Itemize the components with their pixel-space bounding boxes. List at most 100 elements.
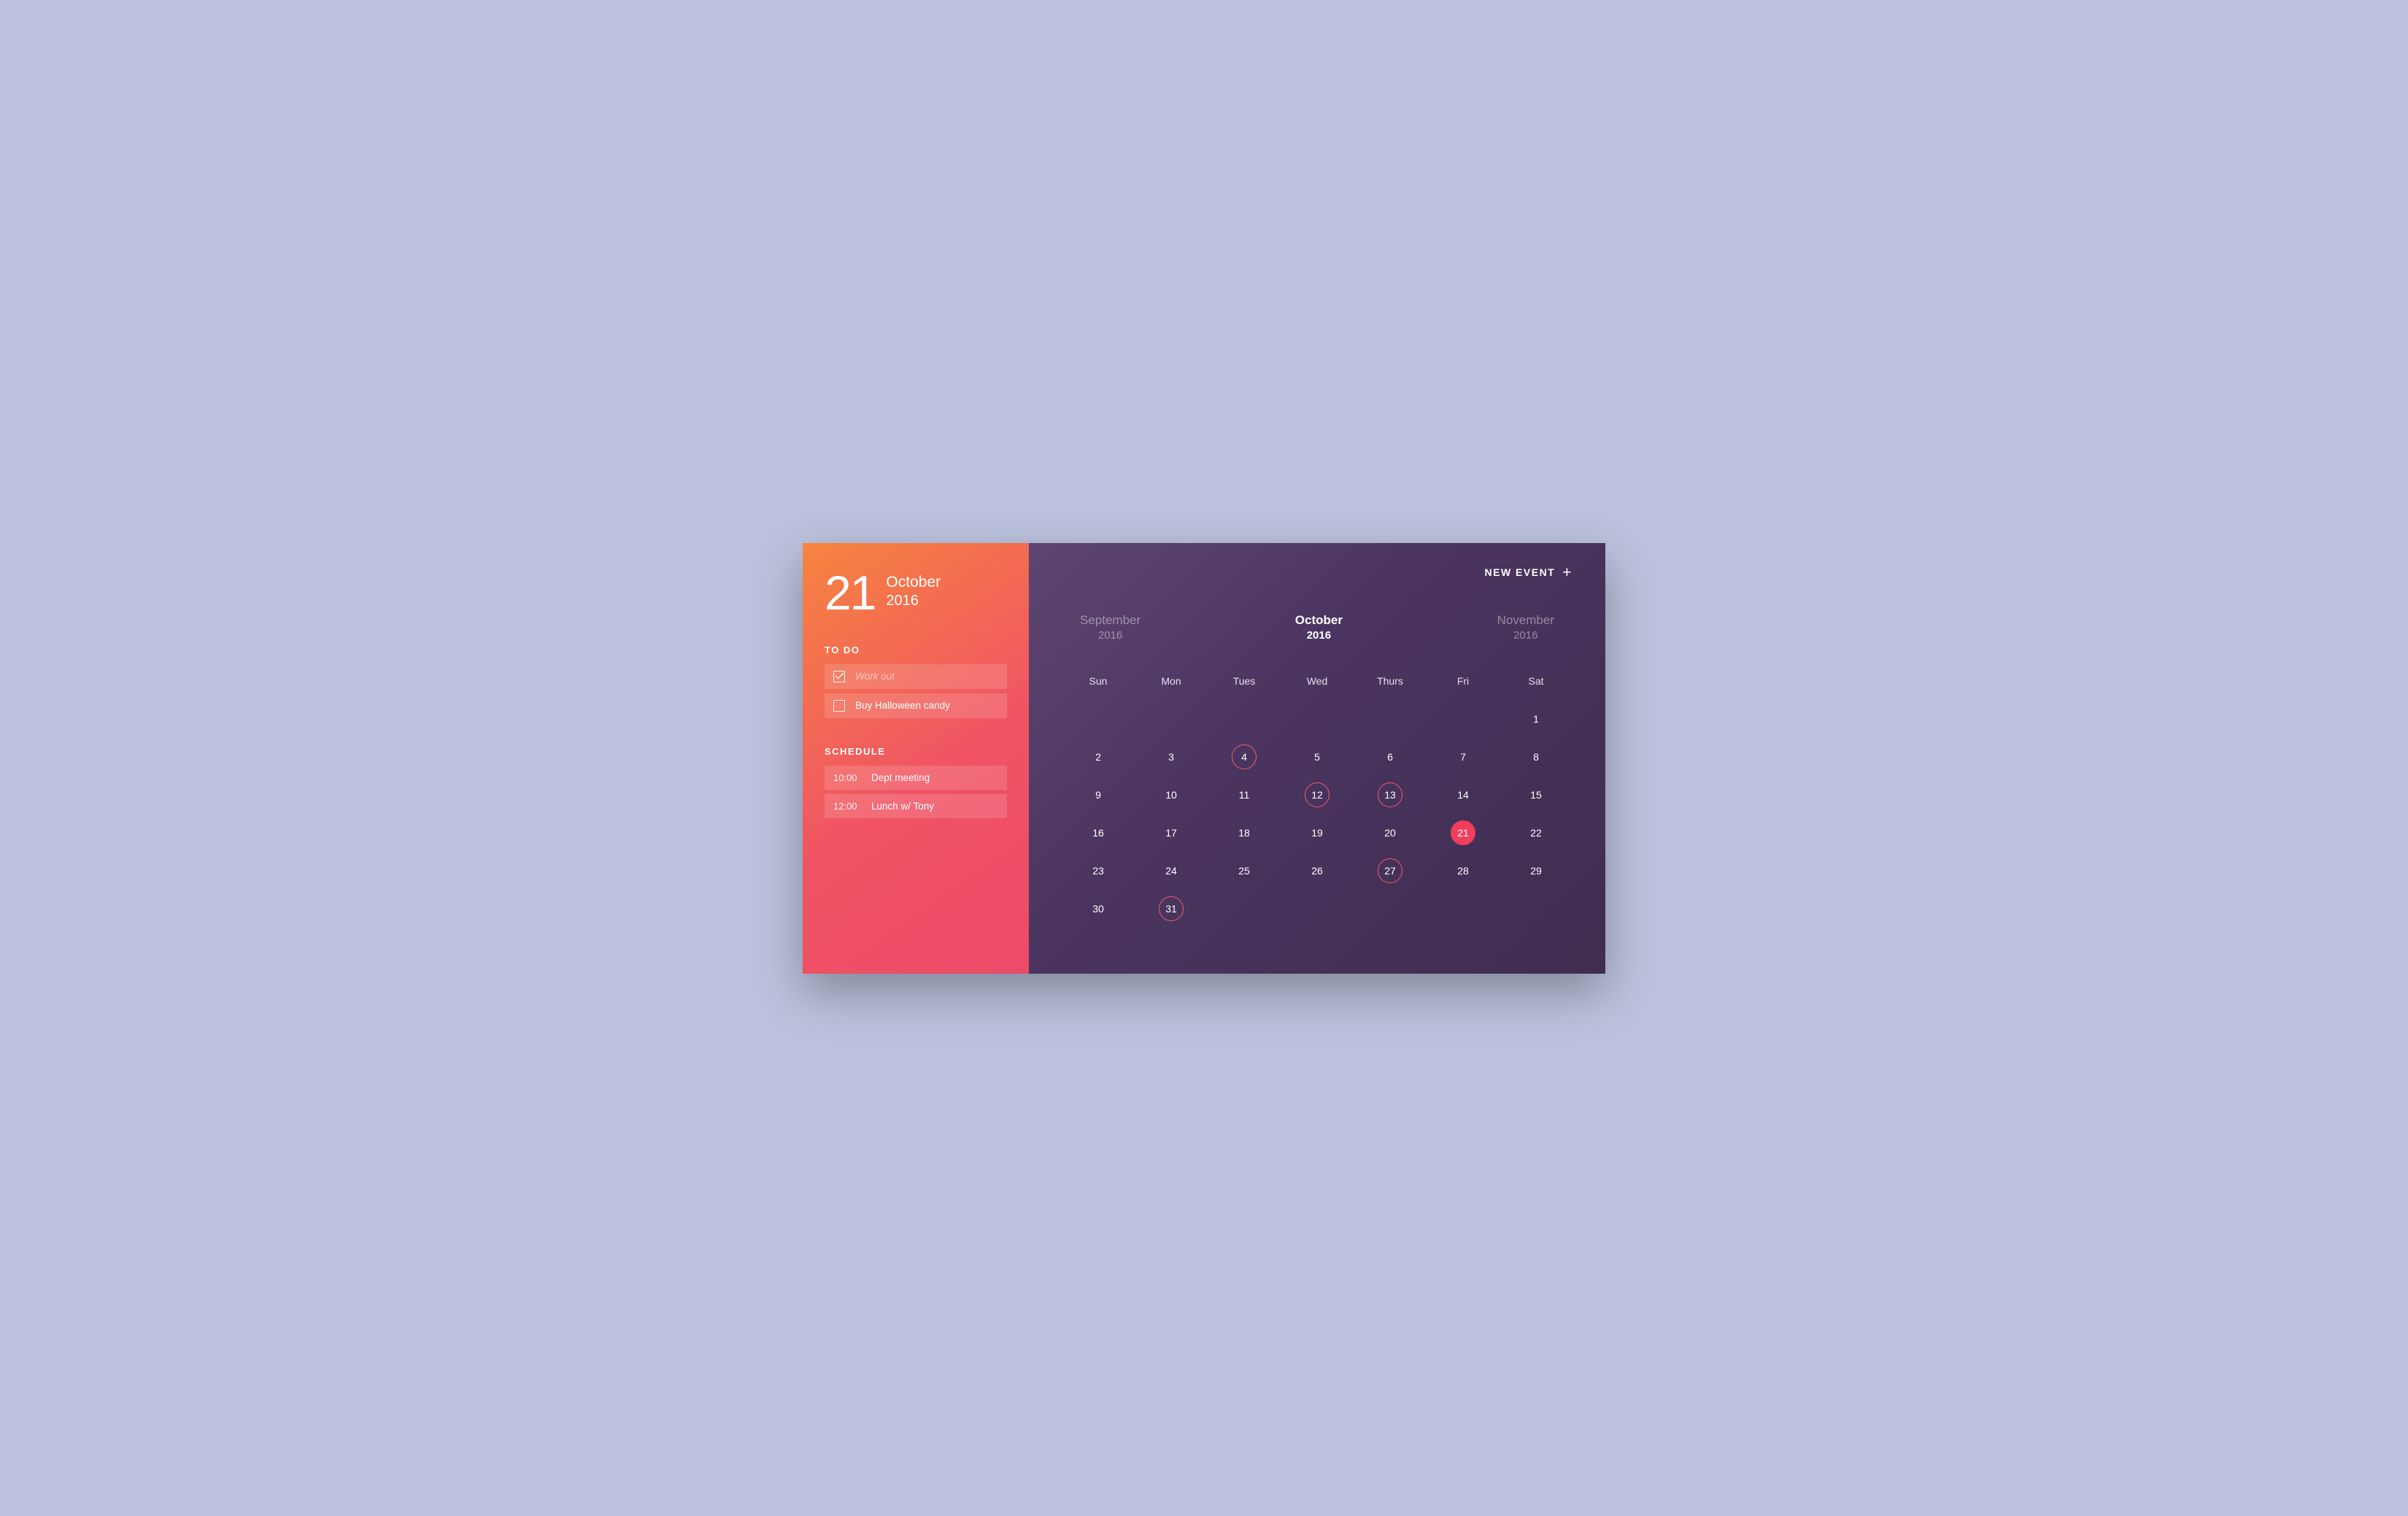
schedule-item[interactable]: 10:00Dept meeting	[825, 766, 1007, 790]
day-number: 10	[1159, 782, 1184, 807]
calendar-day[interactable]: 29	[1500, 852, 1572, 890]
day-number: 15	[1524, 782, 1548, 807]
weekday-header: Mon	[1135, 675, 1208, 687]
calendar-day[interactable]: 28	[1427, 852, 1500, 890]
day-number: 17	[1159, 820, 1184, 845]
day-number: 25	[1232, 858, 1257, 883]
day-number: 9	[1086, 782, 1111, 807]
weekday-headers: SunMonTuesWedThursFriSat	[1062, 675, 1572, 687]
current-day-number: 21	[825, 569, 875, 617]
calendar-day[interactable]: 31	[1135, 890, 1208, 928]
prev-month-year: 2016	[1080, 628, 1141, 643]
new-event-label: NEW EVENT	[1485, 566, 1556, 578]
calendar-day[interactable]: 14	[1427, 776, 1500, 814]
calendar-day[interactable]: 26	[1281, 852, 1354, 890]
calendar-widget: 21 October 2016 TO DO Work outBuy Hallow…	[803, 543, 1605, 974]
calendar-day[interactable]: 10	[1135, 776, 1208, 814]
day-number: 13	[1378, 782, 1402, 807]
day-number: 19	[1305, 820, 1330, 845]
weekday-header: Sun	[1062, 675, 1135, 687]
next-month-label: November	[1497, 612, 1554, 628]
week-row: 16 17 18 19 20 21 22	[1062, 814, 1572, 852]
day-number: 22	[1524, 820, 1548, 845]
calendar-day[interactable]: 19	[1281, 814, 1354, 852]
day-number: 27	[1378, 858, 1402, 883]
day-number: 29	[1524, 858, 1548, 883]
weekday-header: Thurs	[1354, 675, 1427, 687]
calendar-day[interactable]: 20	[1354, 814, 1427, 852]
day-number: 5	[1305, 744, 1330, 769]
calendar-day[interactable]: 6	[1354, 738, 1427, 776]
day-number: 4	[1232, 744, 1257, 769]
calendar-day[interactable]: 8	[1500, 738, 1572, 776]
prev-month-button[interactable]: September 2016	[1080, 612, 1141, 643]
day-number: 18	[1232, 820, 1257, 845]
next-month-year: 2016	[1497, 628, 1554, 643]
calendar-day[interactable]: 15	[1500, 776, 1572, 814]
calendar-day[interactable]: 7	[1427, 738, 1500, 776]
week-row: 1	[1062, 700, 1572, 738]
day-number: 21	[1451, 820, 1475, 845]
current-month: October	[886, 573, 941, 592]
current-year: 2016	[886, 592, 941, 610]
calendar-day[interactable]: 17	[1135, 814, 1208, 852]
checkbox-icon[interactable]	[833, 671, 845, 682]
calendar-day[interactable]: 1	[1500, 700, 1572, 738]
calendar-day[interactable]: 12	[1281, 776, 1354, 814]
calendar-panel: NEW EVENT + September 2016 October 2016 …	[1029, 543, 1605, 974]
day-number: 7	[1451, 744, 1475, 769]
current-month-year-label: 2016	[1295, 628, 1343, 643]
schedule-time: 10:00	[833, 772, 861, 783]
calendar-day[interactable]: 23	[1062, 852, 1135, 890]
day-number: 2	[1086, 744, 1111, 769]
calendar-day[interactable]: 22	[1500, 814, 1572, 852]
day-number: 20	[1378, 820, 1402, 845]
checkbox-icon[interactable]	[833, 700, 845, 712]
calendar-day-empty	[1500, 890, 1572, 928]
calendar-day-empty	[1062, 700, 1135, 738]
schedule-title: Lunch w/ Tony	[871, 801, 934, 812]
calendar-day[interactable]: 24	[1135, 852, 1208, 890]
schedule-item[interactable]: 12:00Lunch w/ Tony	[825, 794, 1007, 818]
calendar-day[interactable]: 30	[1062, 890, 1135, 928]
day-number: 24	[1159, 858, 1184, 883]
calendar-day[interactable]: 16	[1062, 814, 1135, 852]
calendar-grid: SunMonTuesWedThursFriSat 123456789101112…	[1062, 675, 1572, 928]
sidebar: 21 October 2016 TO DO Work outBuy Hallow…	[803, 543, 1029, 974]
schedule-list: 10:00Dept meeting 12:00Lunch w/ Tony	[825, 766, 1007, 818]
calendar-day[interactable]: 3	[1135, 738, 1208, 776]
day-number: 3	[1159, 744, 1184, 769]
calendar-day[interactable]: 13	[1354, 776, 1427, 814]
day-number: 1	[1524, 707, 1548, 731]
day-number: 14	[1451, 782, 1475, 807]
day-number: 28	[1451, 858, 1475, 883]
calendar-day-empty	[1427, 700, 1500, 738]
calendar-day[interactable]: 25	[1208, 852, 1281, 890]
weekday-header: Sat	[1500, 675, 1572, 687]
todo-text: Buy Halloween candy	[855, 700, 950, 711]
calendar-day[interactable]: 11	[1208, 776, 1281, 814]
day-number: 12	[1305, 782, 1330, 807]
calendar-day[interactable]: 21	[1427, 814, 1500, 852]
calendar-days: 1234567891011121314151617181920212223242…	[1062, 700, 1572, 928]
calendar-day-empty	[1354, 700, 1427, 738]
weekday-header: Wed	[1281, 675, 1354, 687]
calendar-day[interactable]: 4	[1208, 738, 1281, 776]
calendar-day[interactable]: 5	[1281, 738, 1354, 776]
calendar-day[interactable]: 27	[1354, 852, 1427, 890]
calendar-day[interactable]: 18	[1208, 814, 1281, 852]
new-event-button[interactable]: NEW EVENT +	[1485, 565, 1573, 580]
schedule-heading: SCHEDULE	[825, 746, 1007, 757]
calendar-day-empty	[1354, 890, 1427, 928]
todo-item[interactable]: Buy Halloween candy	[825, 693, 1007, 718]
next-month-button[interactable]: November 2016	[1497, 612, 1554, 643]
calendar-day[interactable]: 2	[1062, 738, 1135, 776]
calendar-day-empty	[1427, 890, 1500, 928]
calendar-day[interactable]: 9	[1062, 776, 1135, 814]
month-navigation: September 2016 October 2016 November 201…	[1062, 612, 1572, 643]
todo-list: Work out Buy Halloween candy	[825, 664, 1007, 718]
current-month-display: October 2016	[1295, 612, 1343, 643]
prev-month-label: September	[1080, 612, 1141, 628]
todo-item[interactable]: Work out	[825, 664, 1007, 689]
current-date: 21 October 2016	[825, 569, 1007, 617]
